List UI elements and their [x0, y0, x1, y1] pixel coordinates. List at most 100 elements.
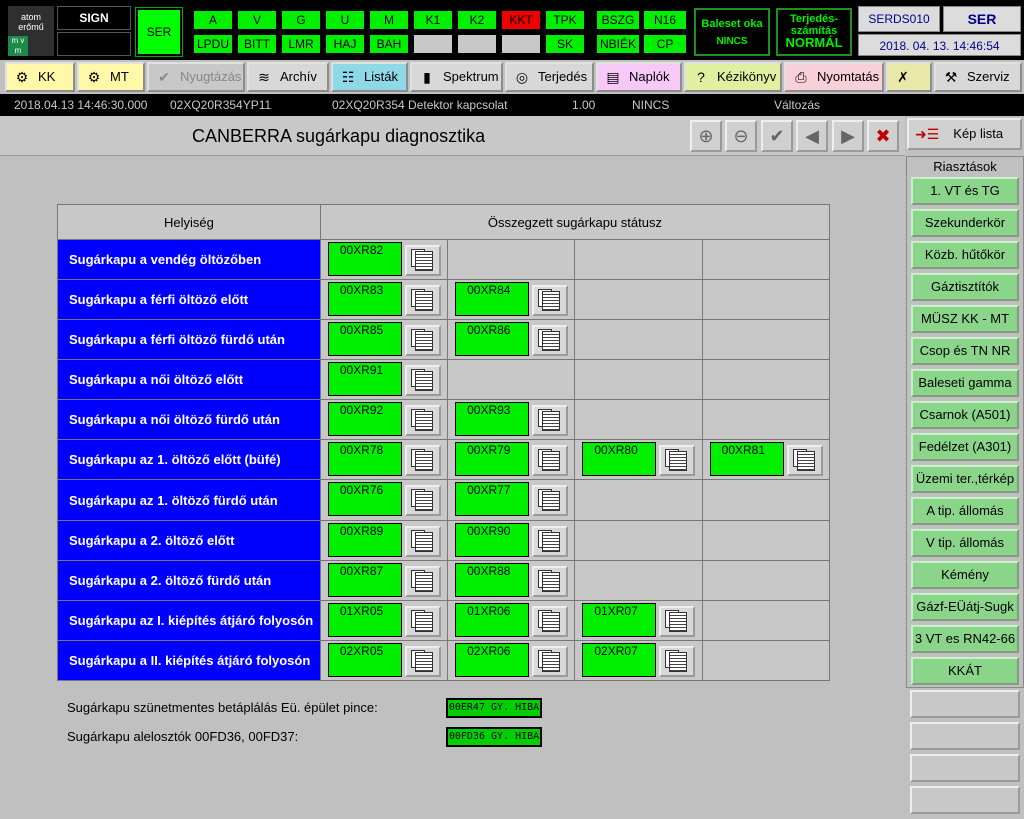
alarm-button[interactable]: MÜSZ KK - MT: [911, 305, 1019, 333]
event-message-line[interactable]: 2018.04.13 14:46:30.000 02XQ20R354YP11 0…: [0, 94, 1024, 116]
gate-detail-button[interactable]: [404, 605, 441, 637]
gate-detail-button[interactable]: [404, 285, 441, 317]
gate-status-00xr84[interactable]: 00XR84: [455, 282, 530, 317]
empty-button-3[interactable]: [910, 754, 1020, 782]
alarm-button[interactable]: Csop és TN NR: [911, 337, 1019, 365]
previous-button[interactable]: ◀: [796, 120, 828, 152]
indicator-m[interactable]: M: [369, 10, 409, 30]
gate-detail-button[interactable]: [532, 325, 569, 357]
gate-detail-button[interactable]: [404, 365, 441, 397]
toolbar-button-listák[interactable]: ☷ Listák: [331, 62, 408, 92]
alarm-button[interactable]: Szekunderkör: [911, 209, 1019, 237]
indicator-sk[interactable]: SK: [545, 34, 585, 54]
indicator-lpdu[interactable]: LPDU: [193, 34, 233, 54]
gate-status-02xr07[interactable]: 02XR07: [582, 642, 657, 677]
indicator-a[interactable]: A: [193, 10, 233, 30]
toolbar-button-spektrum[interactable]: ▮ Spektrum: [410, 62, 503, 92]
alarm-button[interactable]: Baleseti gamma: [911, 369, 1019, 397]
gate-status-01xr06[interactable]: 01XR06: [455, 602, 530, 637]
toolbar-button-tools[interactable]: ✗: [886, 62, 932, 92]
indicator-u[interactable]: U: [325, 10, 365, 30]
indicator-empty[interactable]: [501, 34, 541, 54]
indicator-k2[interactable]: K2: [457, 10, 497, 30]
alarm-button[interactable]: A tip. állomás: [911, 497, 1019, 525]
gate-status-00xr86[interactable]: 00XR86: [455, 322, 530, 357]
gate-detail-button[interactable]: [404, 485, 441, 517]
gate-detail-button[interactable]: [659, 645, 696, 677]
indicator-nbiék[interactable]: NBIÉK: [596, 34, 640, 54]
gate-detail-button[interactable]: [532, 405, 569, 437]
gate-detail-button[interactable]: [404, 645, 441, 677]
gate-detail-button[interactable]: [532, 645, 569, 677]
gate-detail-button[interactable]: [532, 605, 569, 637]
gate-status-00xr87[interactable]: 00XR87: [327, 562, 402, 597]
alarm-button[interactable]: Kémény: [911, 561, 1019, 589]
toolbar-button-terjedés[interactable]: ◎ Terjedés: [505, 62, 594, 92]
toolbar-button-nyugtázás[interactable]: ✔ Nyugtázás: [147, 62, 245, 92]
ups-supply-status[interactable]: 00ER47 GY. HIBA: [446, 698, 542, 718]
gate-detail-button[interactable]: [404, 405, 441, 437]
gate-status-00xr85[interactable]: 00XR85: [327, 322, 402, 357]
confirm-button[interactable]: ✔: [761, 120, 793, 152]
gate-status-00xr83[interactable]: 00XR83: [327, 282, 402, 317]
indicator-haj[interactable]: HAJ: [325, 34, 365, 54]
alarm-button[interactable]: Közb. hűtőkör: [911, 241, 1019, 269]
indicator-bszg[interactable]: BSZG: [596, 10, 640, 30]
indicator-bah[interactable]: BAH: [369, 34, 409, 54]
gate-detail-button[interactable]: [404, 325, 441, 357]
gate-status-00xr81[interactable]: 00XR81: [709, 442, 784, 477]
alarm-button[interactable]: Fedélzet (A301): [911, 433, 1019, 461]
indicator-empty[interactable]: [413, 34, 453, 54]
toolbar-button-naplók[interactable]: ▤ Naplók: [596, 62, 682, 92]
alarm-button[interactable]: 3 VT es RN42-66: [911, 625, 1019, 653]
gate-status-00xr77[interactable]: 00XR77: [455, 482, 530, 517]
alarm-button[interactable]: KKÁT: [911, 657, 1019, 685]
gate-detail-button[interactable]: [404, 565, 441, 597]
indicator-n16[interactable]: N16: [643, 10, 687, 30]
gate-detail-button[interactable]: [659, 605, 696, 637]
gate-status-01xr07[interactable]: 01XR07: [582, 602, 657, 637]
indicator-bitt[interactable]: BITT: [237, 34, 277, 54]
empty-button-2[interactable]: [910, 722, 1020, 750]
gate-detail-button[interactable]: [532, 485, 569, 517]
gate-status-00xr89[interactable]: 00XR89: [327, 522, 402, 557]
zoom-out-button[interactable]: ⊖: [725, 120, 757, 152]
gate-detail-button[interactable]: [404, 245, 441, 276]
terjedes-panel[interactable]: Terjedés- számítás NORMÁL: [776, 8, 852, 56]
baleset-oka-panel[interactable]: Baleset oka NINCS: [694, 8, 770, 56]
gate-detail-button[interactable]: [786, 445, 823, 477]
gate-status-00xr76[interactable]: 00XR76: [327, 482, 402, 517]
toolbar-button-mt[interactable]: ⚙ MT: [77, 62, 145, 92]
gate-detail-button[interactable]: [532, 525, 569, 557]
toolbar-button-kézikönyv[interactable]: ? Kézikönyv: [684, 62, 782, 92]
indicator-empty[interactable]: [457, 34, 497, 54]
gate-detail-button[interactable]: [659, 445, 696, 477]
gate-status-02xr05[interactable]: 02XR05: [327, 642, 402, 677]
alarm-button[interactable]: Gázf-EÜátj-Sugk: [911, 593, 1019, 621]
toolbar-button-kk[interactable]: ⚙ KK: [5, 62, 75, 92]
alarm-button[interactable]: 1. VT és TG: [911, 177, 1019, 205]
alarm-button[interactable]: Csarnok (A501): [911, 401, 1019, 429]
toolbar-button-archív[interactable]: ≋ Archív: [247, 62, 329, 92]
indicator-kkt[interactable]: KKT: [501, 10, 541, 30]
subdistributor-status[interactable]: 00FD36 GY. HIBA: [446, 727, 542, 747]
empty-button-4[interactable]: [910, 786, 1020, 814]
gate-detail-button[interactable]: [532, 445, 569, 477]
gate-status-00xr88[interactable]: 00XR88: [455, 562, 530, 597]
gate-status-02xr06[interactable]: 02XR06: [455, 642, 530, 677]
alarm-button[interactable]: V tip. állomás: [911, 529, 1019, 557]
indicator-lmr[interactable]: LMR: [281, 34, 321, 54]
gate-status-00xr93[interactable]: 00XR93: [455, 402, 530, 437]
indicator-v[interactable]: V: [237, 10, 277, 30]
gate-detail-button[interactable]: [404, 525, 441, 557]
gate-status-00xr92[interactable]: 00XR92: [327, 402, 402, 437]
kep-lista-button[interactable]: ➜☰ Kép lista: [907, 118, 1022, 150]
gate-detail-button[interactable]: [532, 565, 569, 597]
gate-status-00xr82[interactable]: 00XR82: [327, 242, 402, 276]
next-button[interactable]: ▶: [832, 120, 864, 152]
close-button[interactable]: ✖: [867, 120, 899, 152]
indicator-cp[interactable]: CP: [643, 34, 687, 54]
gate-status-00xr78[interactable]: 00XR78: [327, 442, 402, 477]
toolbar-button-szerviz[interactable]: ⚒ Szerviz: [934, 62, 1022, 92]
empty-button-1[interactable]: [910, 690, 1020, 718]
